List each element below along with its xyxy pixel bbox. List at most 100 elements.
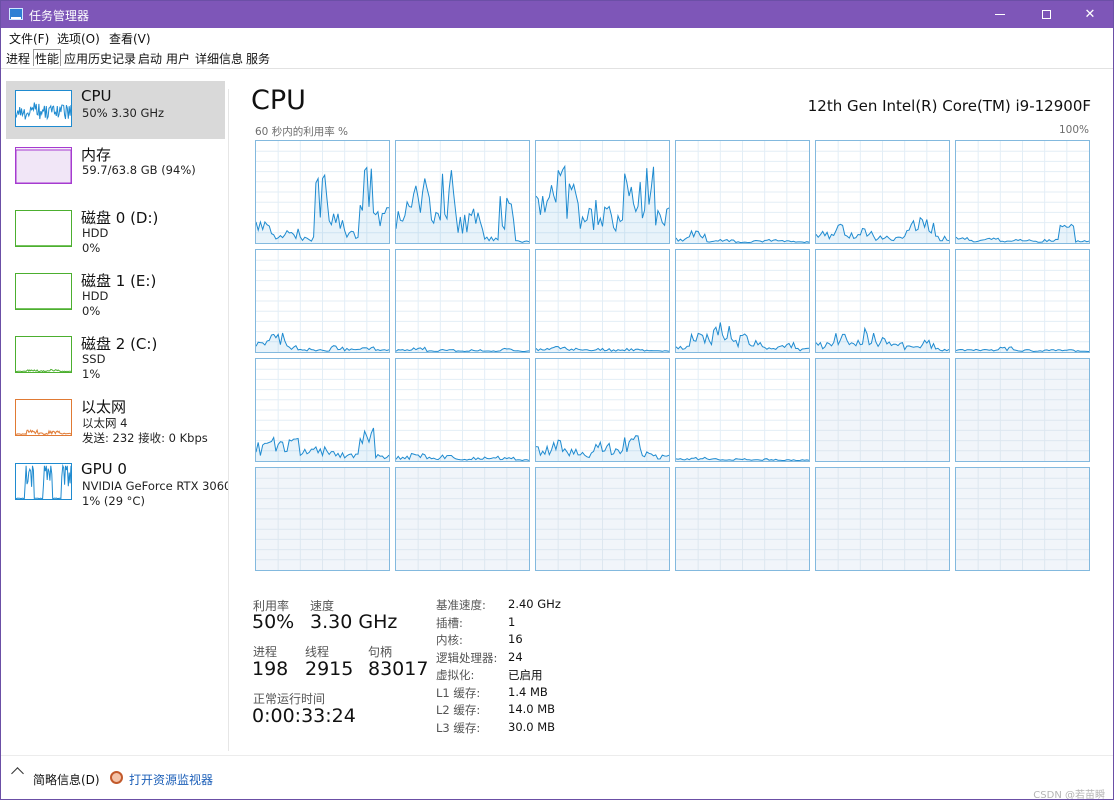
info-value: 2.40 GHz [508,597,561,611]
logical-processor-graph [955,140,1090,244]
tab-services[interactable]: 服务 [245,50,271,67]
processor-graph-svg [676,359,809,461]
processor-graph-svg [816,250,949,352]
sidebar-item-detail: 59.7/63.8 GB (94%) [82,163,196,177]
processor-graph-svg [396,250,529,352]
info-key: L1 缓存: [436,686,481,700]
logical-processor-graph [535,358,670,462]
sidebar-item-label: 磁盘 1 (E:) [81,272,157,290]
task-manager-window: 任务管理器 ✕ 文件(F) 选项(O) 查看(V) 进程 性能 应用历史记录 启… [0,0,1114,800]
menu-view[interactable]: 查看(V) [109,30,151,47]
info-key: L2 缓存: [436,703,481,717]
sidebar-item-ethernet[interactable]: 以太网 以太网 4 发送: 232 接收: 0 Kbps [6,390,225,448]
info-key: L3 缓存: [436,721,481,735]
maximize-icon [1041,10,1051,19]
cpu-thumbnail-graph [15,90,72,127]
sidebar-item-detail: SSD [82,352,106,366]
sidebar-item-detail: 50% 3.30 GHz [82,106,165,120]
handles-value: 83017 [368,658,429,680]
sidebar-item-disk-2[interactable]: 磁盘 2 (C:) SSD 1% [6,327,225,385]
sidebar-item-detail: HDD [82,226,109,240]
sidebar-item-memory[interactable]: 内存 59.7/63.8 GB (94%) [6,138,225,196]
resource-monitor-icon[interactable] [110,771,123,784]
gpu-thumbnail-graph [15,463,72,500]
sidebar-item-label: CPU [81,87,112,105]
minimize-icon [995,14,1005,15]
menu-bar: 文件(F) 选项(O) 查看(V) [1,28,1113,48]
info-value: 24 [508,650,523,664]
minimize-button[interactable] [977,1,1023,28]
logical-processor-graph [535,467,670,571]
window-title: 任务管理器 [29,9,90,23]
tab-performance[interactable]: 性能 [33,49,62,66]
info-value: 14.0 MB [508,702,556,716]
tab-startup[interactable]: 启动 [137,50,163,67]
logical-processor-graph [395,358,530,462]
info-key: 基准速度: [436,598,486,612]
sidebar-item-gpu[interactable]: GPU 0 NVIDIA GeForce RTX 3060 1% (29 °C) [6,454,231,512]
menu-options[interactable]: 选项(O) [57,30,100,47]
info-key: 虚拟化: [436,668,475,682]
graph-max-label: 100% [1058,124,1089,136]
open-resource-monitor-link[interactable]: 打开资源监视器 [129,771,213,788]
footer-bar: 简略信息(D) 打开资源监视器 CSDN @若苗瞬 [1,755,1113,799]
logical-processor-graph [255,467,390,571]
thumbnail-svg [16,428,71,435]
thumbnail-svg [16,464,71,499]
close-button[interactable]: ✕ [1067,1,1113,28]
sidebar-item-label: 磁盘 0 (D:) [81,209,159,227]
sidebar-item-detail: 以太网 4 [82,416,128,430]
processor-graph-svg [256,359,389,461]
disk-1-thumbnail-graph [15,273,72,310]
logical-processor-graph [395,467,530,571]
info-key: 逻辑处理器: [436,651,498,665]
sidebar-item-cpu[interactable]: CPU 50% 3.30 GHz [6,81,225,139]
fewer-details-button[interactable]: 简略信息(D) [33,771,100,788]
memory-usage-fill [16,149,71,183]
tab-users[interactable]: 用户 [165,50,191,67]
logical-processor-graph [395,140,530,244]
close-icon: ✕ [1084,7,1096,22]
menu-file[interactable]: 文件(F) [9,30,49,47]
threads-value: 2915 [305,658,354,680]
sidebar-item-value: 0% [82,241,101,255]
sidebar-item-label: GPU 0 [81,460,127,478]
logical-processor-graph [675,467,810,571]
logical-processor-graph [535,249,670,353]
thumbnail-svg [16,102,71,121]
logical-processor-graph [955,467,1090,571]
graph-caption: 60 秒内的利用率 % [255,126,349,138]
chevron-up-icon[interactable] [11,767,24,780]
usage-line [16,428,71,435]
info-value: 已启用 [508,668,543,682]
sidebar-item-label: 内存 [81,146,112,164]
info-value: 30.0 MB [508,720,556,734]
sidebar-item-disk-0[interactable]: 磁盘 0 (D:) HDD 0% [6,201,225,259]
sidebar-item-value: 1% [82,367,101,381]
processor-graph-svg [256,141,389,243]
sidebar-item-detail: HDD [82,289,109,303]
logical-processor-graph [815,467,950,571]
thumbnail-svg [16,149,71,183]
tab-app-history[interactable]: 应用历史记录 [63,50,137,67]
tab-details[interactable]: 详细信息 [194,50,244,67]
processor-graph-svg [396,359,529,461]
uptime-value: 0:00:33:24 [252,705,356,727]
logical-processor-graphs[interactable] [255,140,1090,572]
sidebar-item-disk-1[interactable]: 磁盘 1 (E:) HDD 0% [6,264,225,322]
usage-line [16,368,71,372]
logical-processor-graph [815,249,950,353]
logical-processor-graph [955,358,1090,462]
cpu-detail-panel: CPU 12th Gen Intel(R) Core(TM) i9-12900F… [229,69,1113,755]
info-key: 插槽: [436,616,463,630]
utilization-value: 50% [252,611,295,633]
tab-processes[interactable]: 进程 [5,50,31,67]
thumbnail-svg [16,368,71,372]
sidebar-item-value: 发送: 232 接收: 0 Kbps [82,431,208,445]
speed-value: 3.30 GHz [310,611,398,633]
maximize-button[interactable] [1023,1,1069,28]
processor-graph-svg [536,468,669,570]
task-manager-icon [9,8,23,20]
sidebar-item-label: 以太网 [81,398,127,416]
logical-processor-graph [675,249,810,353]
